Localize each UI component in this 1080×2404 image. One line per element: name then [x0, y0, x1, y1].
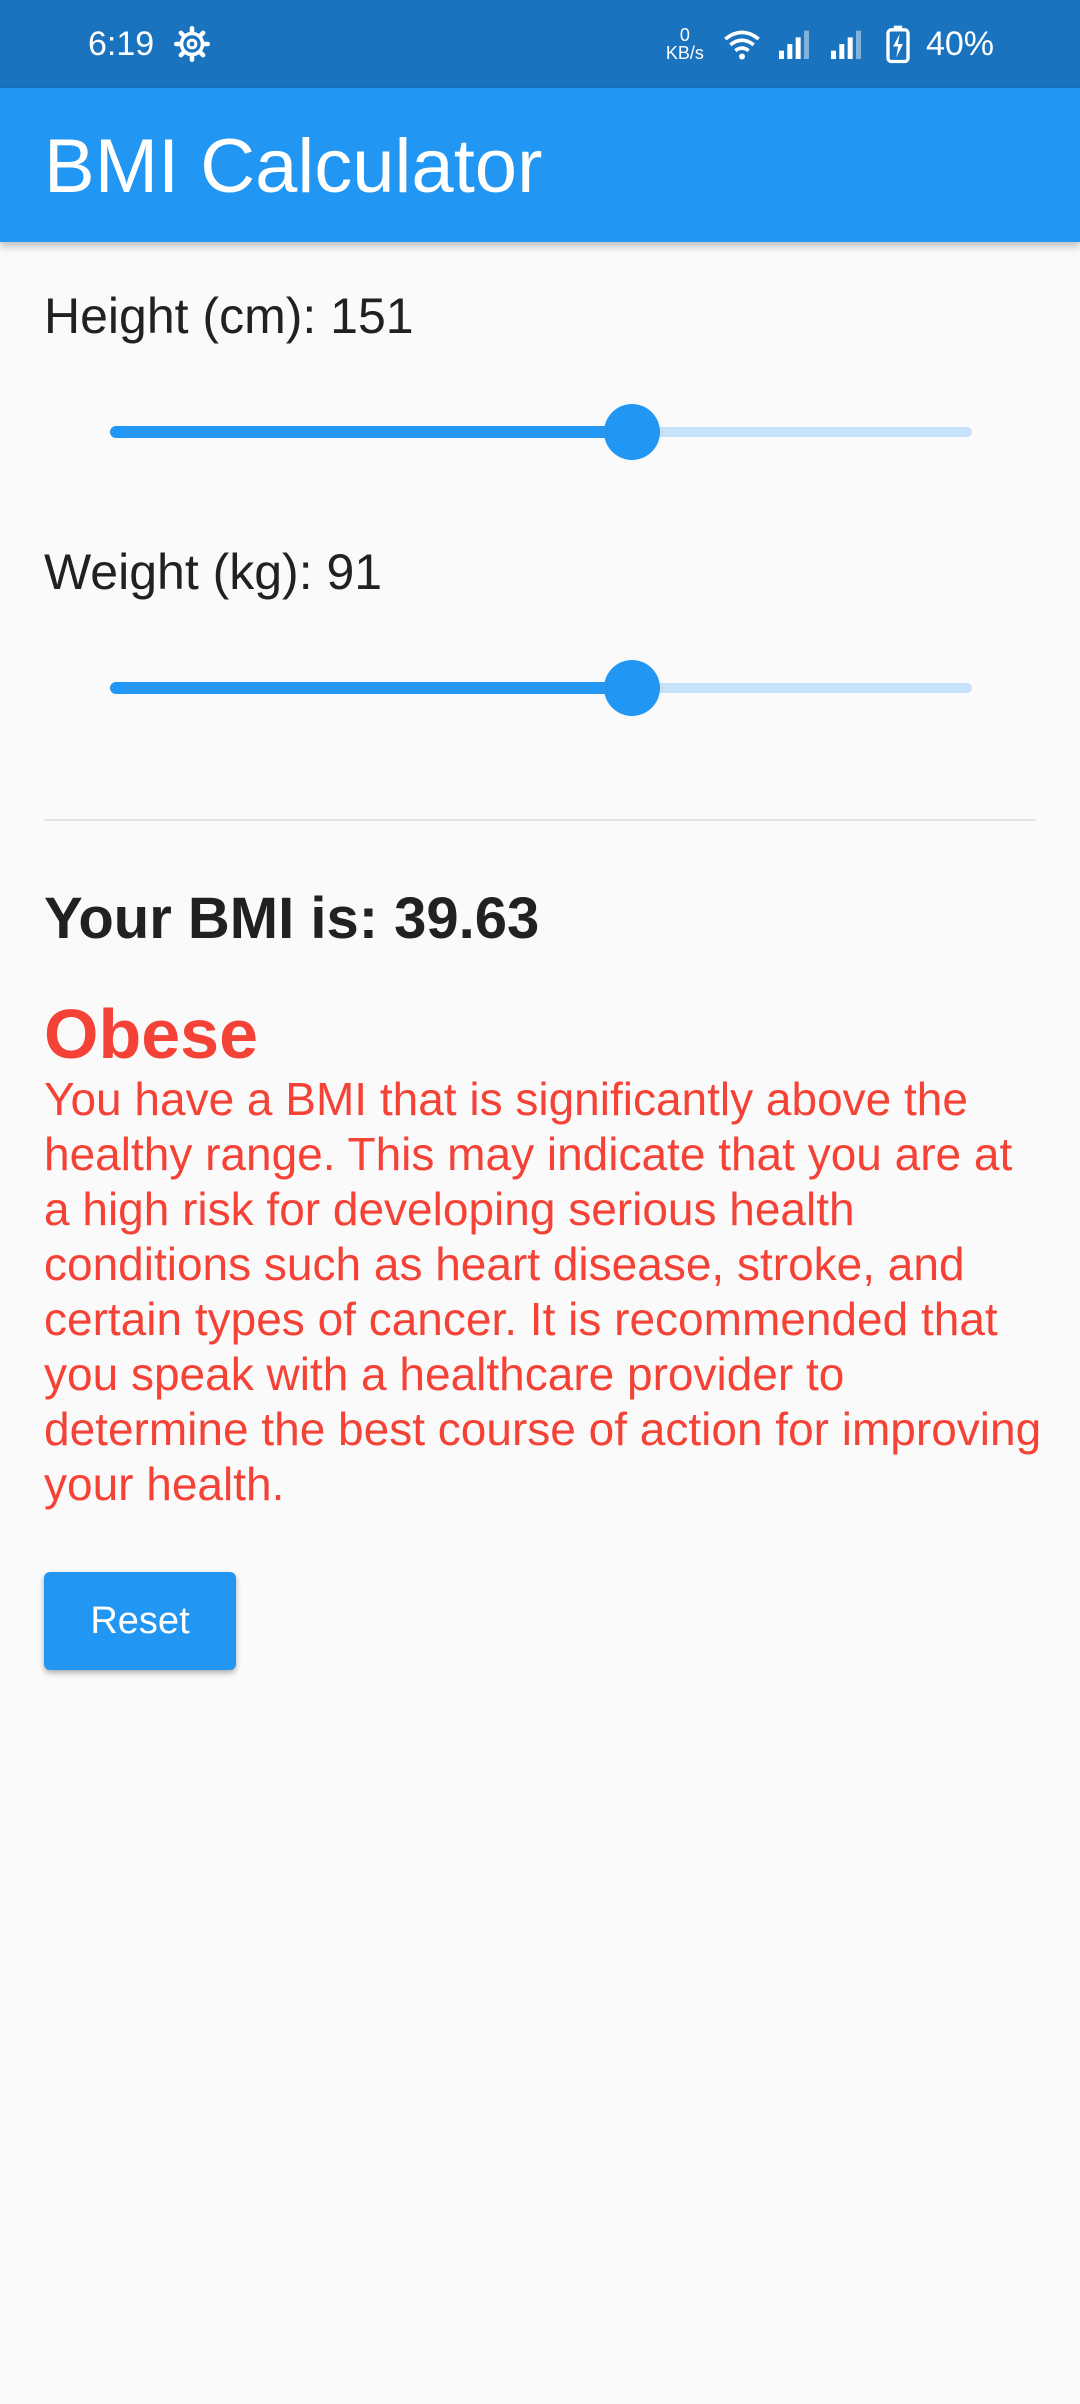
bmi-description: You have a BMI that is significantly abo… [44, 1073, 1042, 1510]
height-slider-active-track [110, 426, 632, 438]
signal-icon [778, 30, 809, 59]
gear-icon [174, 26, 210, 62]
height-label: Height (cm): 151 [44, 288, 414, 344]
height-slider-thumb[interactable] [603, 404, 660, 460]
status-bar: 6:19 0 KB/s 40% [0, 0, 1080, 88]
network-speed: 0 KB/s [666, 26, 704, 62]
app-bar: BMI Calculator [0, 88, 1080, 242]
wifi-icon [724, 30, 760, 60]
bmi-result: Your BMI is: 39.63 [44, 886, 540, 951]
weight-slider[interactable] [110, 660, 972, 716]
bmi-category: Obese [44, 995, 258, 1073]
signal-icon [830, 30, 861, 59]
height-slider[interactable] [110, 404, 972, 460]
reset-button[interactable]: Reset [44, 1572, 236, 1670]
app-title: BMI Calculator [44, 124, 543, 209]
status-indicators: 0 KB/s 40% [666, 20, 994, 68]
divider [44, 819, 1036, 821]
battery-percentage: 40% [925, 24, 994, 63]
weight-slider-thumb[interactable] [603, 660, 660, 716]
network-speed-value: 0 [679, 25, 690, 45]
weight-label: Weight (kg): 91 [44, 544, 383, 600]
network-speed-unit: KB/s [665, 43, 704, 63]
weight-slider-active-track [110, 682, 632, 694]
status-time: 6:19 [88, 25, 155, 63]
battery-charging-icon [886, 25, 910, 64]
